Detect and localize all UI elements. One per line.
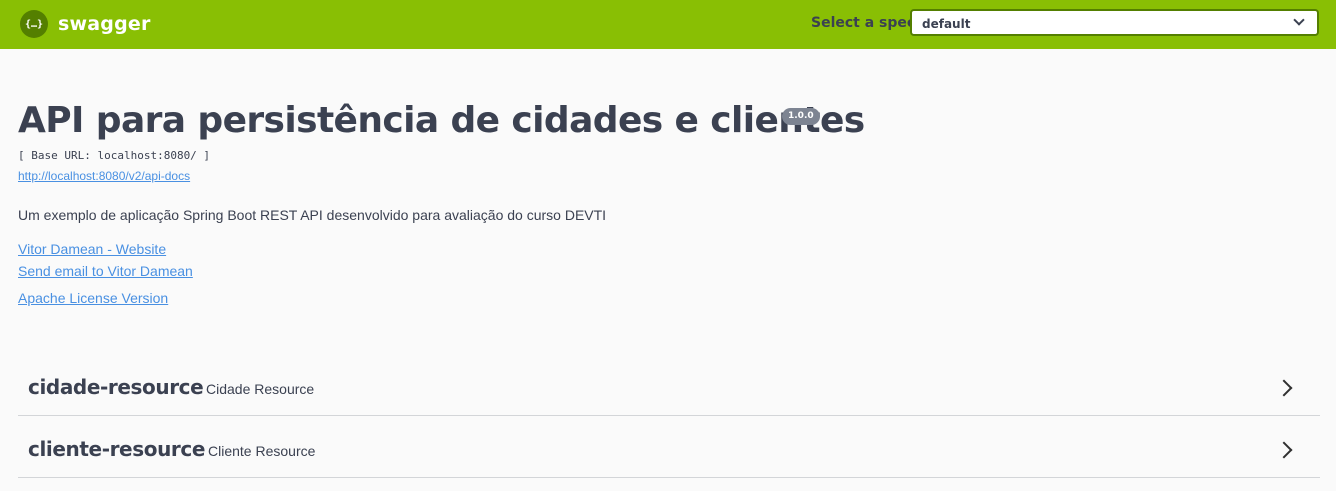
email-link[interactable]: Send email to Vitor Damean <box>18 263 193 279</box>
chevron-right-icon[interactable] <box>1275 379 1293 397</box>
topbar: {…} swagger Select a spec default <box>0 0 1336 49</box>
page-title: API para persistência de cidades e clien… <box>18 100 865 141</box>
website-link[interactable]: Vitor Damean - Website <box>18 241 166 257</box>
api-description: Um exemplo de aplicação Spring Boot REST… <box>18 207 607 223</box>
tag-name: cidade-resource <box>28 375 204 399</box>
api-docs-link[interactable]: http://localhost:8080/v2/api-docs <box>18 169 190 183</box>
tag-name: cliente-resource <box>28 437 205 461</box>
tag-description: Cliente Resource <box>208 443 316 459</box>
spec-select-label: Select a spec <box>811 15 916 31</box>
spec-selected-value: default <box>922 17 971 31</box>
swagger-braces-icon: {…} <box>20 10 48 38</box>
tag-cidade-resource[interactable]: cidade-resource Cidade Resource <box>18 362 1320 416</box>
chevron-down-icon <box>1293 14 1305 26</box>
license-link[interactable]: Apache License Version <box>18 290 168 306</box>
spec-select-dropdown[interactable]: default <box>910 9 1319 36</box>
base-url: [ Base URL: localhost:8080/ ] <box>18 149 211 162</box>
tag-description: Cidade Resource <box>206 381 315 397</box>
logo-text: swagger <box>58 13 151 35</box>
tag-cliente-resource[interactable]: cliente-resource Cliente Resource <box>18 424 1320 478</box>
chevron-right-icon[interactable] <box>1275 441 1293 459</box>
version-badge: 1.0.0 <box>782 108 820 125</box>
swagger-logo[interactable]: {…} swagger <box>20 10 151 38</box>
